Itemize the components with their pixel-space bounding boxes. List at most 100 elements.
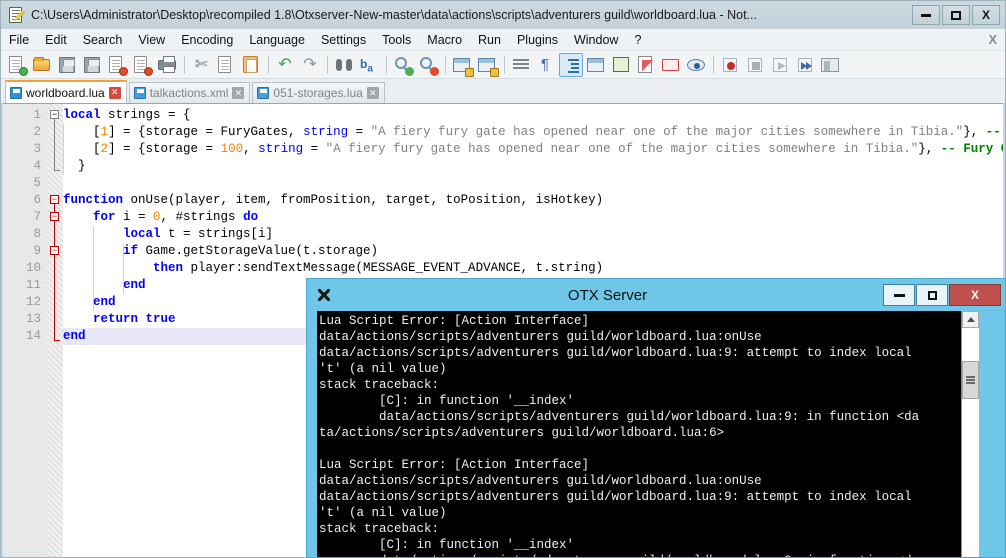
- code-token: -- Fury Gates: [940, 142, 1003, 156]
- indent-guide: [93, 226, 94, 311]
- zoom-out-icon[interactable]: [416, 53, 440, 77]
- otx-close-button[interactable]: X: [949, 284, 1001, 306]
- fold-toggle-icon[interactable]: −: [50, 195, 59, 204]
- code-line[interactable]: if Game.getStorageValue(t.storage): [63, 243, 378, 260]
- otx-minimize-button[interactable]: [883, 284, 915, 306]
- fold-toggle-icon[interactable]: −: [50, 110, 59, 119]
- menu-help[interactable]: ?: [626, 30, 649, 50]
- scrollbar-thumb[interactable]: [962, 361, 979, 399]
- code-token: "A fiery fury gate has opened near one o…: [370, 125, 964, 139]
- code-line[interactable]: local t = strings[i]: [63, 226, 273, 243]
- sync-horizontal-scroll-icon[interactable]: [475, 53, 499, 77]
- show-all-characters-icon[interactable]: ¶: [534, 53, 558, 77]
- code-line[interactable]: end: [63, 328, 86, 345]
- menu-plugins[interactable]: Plugins: [509, 30, 566, 50]
- code-line[interactable]: return true: [63, 311, 176, 328]
- menu-window[interactable]: Window: [566, 30, 626, 50]
- code-token: "A fiery fury gate has opened near one o…: [325, 142, 919, 156]
- tab-051-storages-lua[interactable]: 051-storages.lua ✕: [252, 82, 385, 103]
- console-scrollbar[interactable]: [961, 311, 979, 557]
- code-folding-gutter[interactable]: − − − −: [47, 104, 63, 557]
- code-line[interactable]: function onUse(player, item, fromPositio…: [63, 192, 603, 209]
- menu-edit[interactable]: Edit: [37, 30, 75, 50]
- line-number: 6: [33, 193, 41, 207]
- code-token: local: [63, 108, 101, 122]
- code-line[interactable]: for i = 0, #strings do: [63, 209, 258, 226]
- open-file-icon[interactable]: [30, 53, 54, 77]
- menu-macro[interactable]: Macro: [419, 30, 470, 50]
- code-line[interactable]: end: [63, 277, 146, 294]
- code-token: local: [123, 227, 161, 241]
- sync-vertical-scroll-icon[interactable]: [450, 53, 474, 77]
- code-line[interactable]: end: [63, 294, 116, 311]
- find-icon[interactable]: [332, 53, 356, 77]
- code-line[interactable]: }: [63, 158, 86, 175]
- menu-view[interactable]: View: [130, 30, 173, 50]
- code-token: Game.getStorageValue(t.storage): [138, 244, 379, 258]
- new-file-icon[interactable]: [5, 53, 29, 77]
- word-wrap-icon[interactable]: [509, 53, 533, 77]
- menu-settings[interactable]: Settings: [313, 30, 374, 50]
- menu-language[interactable]: Language: [241, 30, 313, 50]
- tab-worldboard-lua[interactable]: worldboard.lua ✕: [5, 80, 127, 103]
- close-document-icon[interactable]: X: [989, 33, 997, 47]
- code-line[interactable]: local strings = {: [63, 107, 191, 124]
- document-map-icon[interactable]: [609, 53, 633, 77]
- fold-toggle-icon[interactable]: −: [50, 246, 59, 255]
- npp-minimize-button[interactable]: [912, 5, 940, 25]
- toolbar-separator: [386, 55, 387, 74]
- code-line[interactable]: [1] = {storage = FuryGates, string = "A …: [63, 124, 1003, 141]
- npp-toolbar: ✄ ↶ ↷ ba ¶: [1, 51, 1005, 79]
- code-token: return true: [93, 312, 176, 326]
- play-macro-icon[interactable]: [768, 53, 792, 77]
- tab-talkactions-xml[interactable]: talkactions.xml ✕: [128, 82, 251, 103]
- code-token: string: [258, 142, 304, 156]
- menu-encoding[interactable]: Encoding: [173, 30, 241, 50]
- cut-icon[interactable]: ✄: [189, 53, 213, 77]
- indent-guideline-icon[interactable]: [559, 52, 583, 77]
- code-token: },: [963, 125, 986, 139]
- close-all-files-icon[interactable]: [130, 53, 154, 77]
- run-macro-multiple-icon[interactable]: [793, 53, 817, 77]
- menu-run[interactable]: Run: [470, 30, 509, 50]
- tab-close-icon[interactable]: ✕: [232, 87, 245, 99]
- undo-icon[interactable]: ↶: [273, 53, 297, 77]
- code-token: ] = {storage =: [108, 142, 221, 156]
- code-token: ] = {storage = FuryGates,: [108, 125, 304, 139]
- tab-close-icon[interactable]: ✕: [108, 86, 121, 99]
- otx-maximize-button[interactable]: [916, 284, 948, 306]
- user-defined-language-icon[interactable]: [584, 53, 608, 77]
- menu-search[interactable]: Search: [75, 30, 131, 50]
- manage-macros-icon[interactable]: [818, 53, 842, 77]
- stop-recording-icon[interactable]: [743, 53, 767, 77]
- npp-maximize-button[interactable]: [942, 5, 970, 25]
- print-icon[interactable]: [155, 53, 179, 77]
- code-line[interactable]: then player:sendTextMessage(MESSAGE_EVEN…: [63, 260, 603, 277]
- close-file-icon[interactable]: [105, 53, 129, 77]
- function-list-icon[interactable]: [634, 53, 658, 77]
- code-token: , #strings: [160, 210, 244, 224]
- line-number: 4: [33, 159, 41, 173]
- copy-icon[interactable]: [214, 53, 238, 77]
- fold-toggle-icon[interactable]: −: [50, 212, 59, 221]
- scrollbar-up-arrow-icon[interactable]: [962, 311, 979, 328]
- save-all-icon[interactable]: [80, 53, 104, 77]
- record-macro-icon[interactable]: [718, 53, 742, 77]
- code-token: if: [123, 244, 139, 258]
- folder-as-workspace-icon[interactable]: [659, 53, 683, 77]
- monitoring-icon[interactable]: [684, 53, 708, 77]
- paste-icon[interactable]: [239, 53, 263, 77]
- fold-end-marker: [54, 340, 60, 341]
- menu-tools[interactable]: Tools: [374, 30, 419, 50]
- indent-guide: [123, 243, 124, 294]
- npp-close-button[interactable]: X: [972, 5, 1000, 25]
- zoom-in-icon[interactable]: [391, 53, 415, 77]
- replace-icon[interactable]: ba: [357, 53, 381, 77]
- line-number: 8: [33, 227, 41, 241]
- line-number: 13: [25, 312, 41, 326]
- save-icon[interactable]: [55, 53, 79, 77]
- redo-icon[interactable]: ↷: [298, 53, 322, 77]
- menu-file[interactable]: File: [1, 30, 37, 50]
- code-line[interactable]: [2] = {storage = 100, string = "A fiery …: [63, 141, 1003, 158]
- tab-close-icon[interactable]: ✕: [366, 87, 379, 99]
